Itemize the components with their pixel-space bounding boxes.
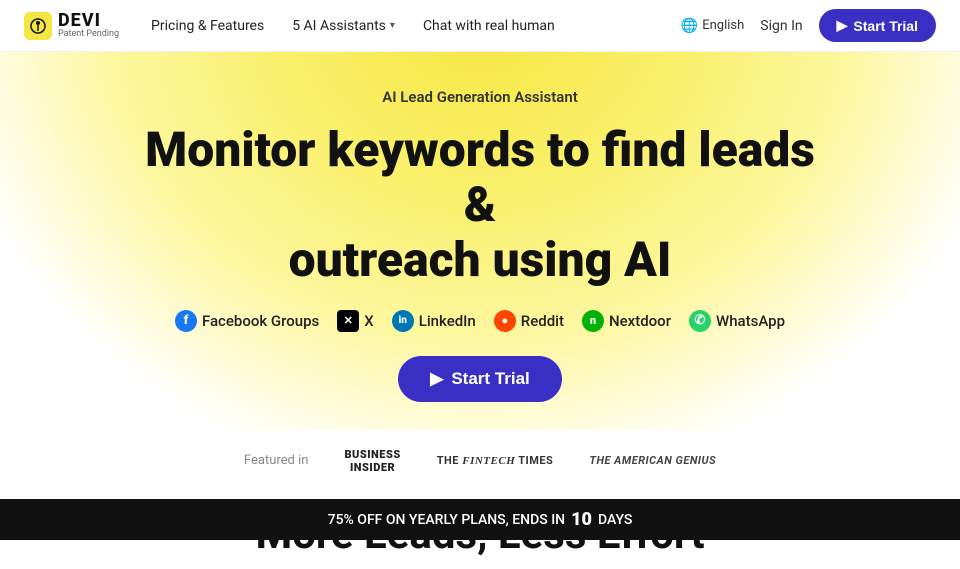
start-trial-cta-button[interactable]: ▶ Start Trial bbox=[398, 356, 562, 402]
nav-pricing[interactable]: Pricing & Features bbox=[151, 18, 264, 34]
business-insider-logo: BUSINESSINSIDER bbox=[344, 448, 400, 474]
banner-text-end: DAYS bbox=[598, 512, 632, 528]
hero-section: AI Lead Generation Assistant Monitor key… bbox=[0, 52, 960, 430]
language-selector[interactable]: 🌐 English bbox=[681, 18, 745, 34]
start-trial-nav-button[interactable]: ▶ Start Trial bbox=[819, 9, 936, 42]
nav-links: Pricing & Features 5 AI Assistants ▾ Cha… bbox=[151, 18, 681, 34]
platforms-list: f Facebook Groups ✕ X in LinkedIn ● Redd… bbox=[20, 310, 940, 332]
translate-icon: 🌐 bbox=[681, 18, 698, 34]
banner-days: 10 bbox=[571, 509, 592, 530]
logo-patent: Patent Pending bbox=[58, 30, 119, 40]
featured-in-label: Featured in bbox=[244, 453, 309, 468]
fintech-times-logo: THE FINTECH TIMES bbox=[437, 454, 554, 467]
banner-text-start: 75% OFF ON YEARLY PLANS, ENDS IN bbox=[328, 512, 565, 528]
linkedin-icon: in bbox=[392, 310, 414, 332]
cta-icon: ▶ bbox=[430, 369, 443, 389]
platform-x: ✕ X bbox=[337, 310, 373, 332]
chevron-down-icon: ▾ bbox=[390, 20, 395, 31]
nav-assistants[interactable]: 5 AI Assistants ▾ bbox=[292, 18, 395, 34]
x-icon: ✕ bbox=[337, 310, 359, 332]
logo-icon bbox=[24, 12, 52, 40]
nav-right: 🌐 English Sign In ▶ Start Trial bbox=[681, 9, 936, 42]
reddit-icon: ● bbox=[494, 310, 516, 332]
platform-facebook: f Facebook Groups bbox=[175, 310, 319, 332]
trial-icon: ▶ bbox=[837, 17, 848, 34]
sign-in-link[interactable]: Sign In bbox=[760, 18, 802, 34]
whatsapp-icon: ✆ bbox=[689, 310, 711, 332]
logo-text: DEVI bbox=[58, 11, 119, 31]
platform-nextdoor: n Nextdoor bbox=[582, 310, 671, 332]
platform-whatsapp: ✆ WhatsApp bbox=[689, 310, 785, 332]
facebook-icon: f bbox=[175, 310, 197, 332]
featured-section: Featured in BUSINESSINSIDER THE FINTECH … bbox=[0, 430, 960, 486]
platform-reddit: ● Reddit bbox=[494, 310, 564, 332]
nav-chat[interactable]: Chat with real human bbox=[423, 18, 555, 34]
logo-area[interactable]: DEVI Patent Pending bbox=[24, 11, 119, 41]
hero-title: Monitor keywords to find leads & outreac… bbox=[130, 122, 830, 288]
promo-banner: 75% OFF ON YEARLY PLANS, ENDS IN 10 DAYS bbox=[0, 499, 960, 540]
hero-subtitle: AI Lead Generation Assistant bbox=[20, 88, 940, 106]
navbar: DEVI Patent Pending Pricing & Features 5… bbox=[0, 0, 960, 52]
platform-linkedin: in LinkedIn bbox=[392, 310, 476, 332]
american-genius-logo: The American Genius bbox=[589, 454, 716, 467]
nextdoor-icon: n bbox=[582, 310, 604, 332]
